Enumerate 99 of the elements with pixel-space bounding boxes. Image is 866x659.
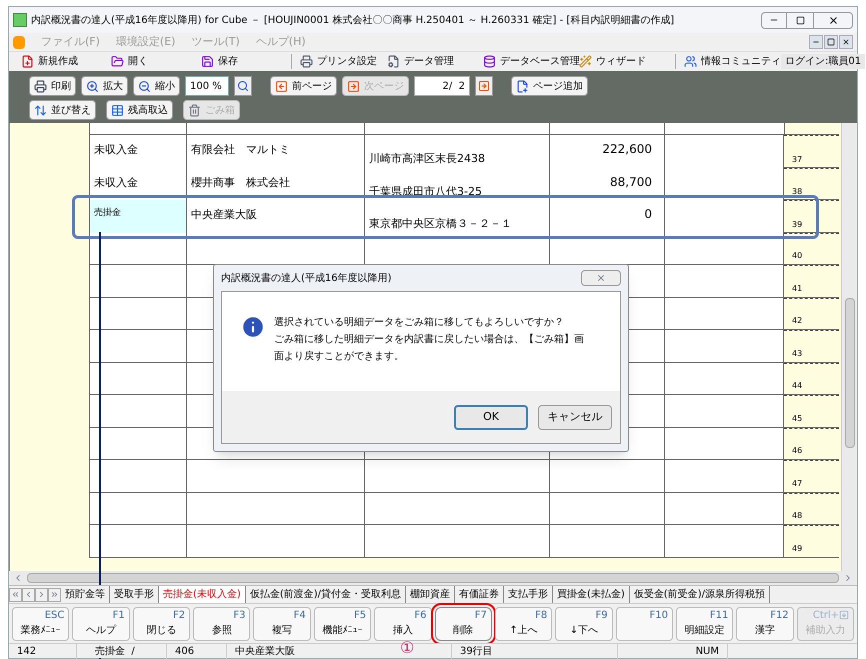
function-key[interactable]: F3 参照 xyxy=(193,606,250,640)
function-key[interactable]: F1 ヘルプ xyxy=(72,606,130,640)
table-cell[interactable] xyxy=(89,525,186,556)
toolbar-button[interactable]: 開く xyxy=(111,54,201,69)
toolbar-button[interactable]: 拡大 xyxy=(81,76,128,96)
toolbar-button[interactable]: 印刷 xyxy=(29,76,76,96)
last-tab-icon[interactable] xyxy=(48,588,61,602)
first-tab-icon[interactable] xyxy=(9,588,22,602)
login-label: ログイン:職員01 xyxy=(781,54,866,69)
table-cell[interactable] xyxy=(89,265,186,296)
status-text: 406 xyxy=(175,645,194,659)
sort-icon xyxy=(34,104,47,116)
zoom-out-icon xyxy=(138,80,151,92)
annotation-number: ① xyxy=(400,640,414,656)
status-text: 売掛金 / xyxy=(95,644,135,659)
vertical-scrollbar[interactable] xyxy=(841,123,857,571)
status-text: 39行目 xyxy=(460,645,493,659)
toolbar-button[interactable]: 縮小 xyxy=(133,76,180,96)
sheet-tab[interactable]: 売掛金(未収入金) xyxy=(159,586,246,603)
trash-icon xyxy=(188,104,201,116)
toolbar-button[interactable]: ウィザード xyxy=(579,54,675,69)
close-icon[interactable] xyxy=(839,35,853,49)
table-cell[interactable] xyxy=(89,298,186,329)
toolbar-button[interactable]: 保存 xyxy=(201,54,291,69)
window-title: 内訳概況書の達人(平成16年度以降用) for Cube － [HOUJIN0001 株式会社〇〇商事 H.250401 ～ H.260331 確定] - [科目内訳明細書の作成] xyxy=(31,14,676,28)
app-menu-icon xyxy=(13,36,25,48)
table-cell[interactable] xyxy=(89,460,186,492)
scrollbar-thumb[interactable] xyxy=(844,298,854,448)
maximize-icon xyxy=(796,16,804,24)
table-cell: 有限会社 マルトミ xyxy=(186,135,364,168)
function-key[interactable]: F10 xyxy=(616,606,673,640)
function-key[interactable]: F4 複写 xyxy=(253,606,311,640)
table-cell[interactable] xyxy=(89,492,186,524)
function-key[interactable]: F9 ↓下へ xyxy=(555,606,613,640)
close-icon xyxy=(596,273,606,283)
table-cell: 東京都中央区京橋３－２－１ xyxy=(364,200,549,232)
magnifier-icon xyxy=(237,80,249,92)
table-cell[interactable]: 未収入金 xyxy=(89,135,186,168)
save-icon xyxy=(201,55,214,68)
dialog-message: 選択されている明細データをごみ箱に移してもよろしいですか？ xyxy=(274,316,565,330)
close-icon xyxy=(828,14,838,26)
table-cell[interactable]: 売掛金 xyxy=(89,200,186,232)
table-cell[interactable] xyxy=(89,362,186,394)
zoom-button[interactable] xyxy=(234,76,252,96)
people-icon xyxy=(684,55,697,68)
database-icon xyxy=(483,55,496,68)
zoom-in-icon xyxy=(86,80,99,92)
zoom-field[interactable]: 100 % xyxy=(185,76,229,96)
print-icon xyxy=(34,80,47,92)
printer-icon xyxy=(300,55,313,68)
table-cell[interactable] xyxy=(89,395,186,426)
dialog-button[interactable]: OK xyxy=(454,404,528,430)
new-file-icon xyxy=(21,55,34,68)
horizontal-scrollbar[interactable] xyxy=(9,571,857,585)
status-text: 142 xyxy=(17,645,36,659)
status-text: NUM xyxy=(696,645,719,659)
table-cell[interactable] xyxy=(89,428,186,459)
toolbar-button[interactable]: プリンタ設定 xyxy=(291,54,387,69)
previous-tab-icon[interactable] xyxy=(22,588,35,602)
scrollbar-thumb[interactable] xyxy=(27,573,839,583)
toolbar-button[interactable]: 並び替え xyxy=(29,100,96,120)
toolbar-button[interactable]: データベース管理 xyxy=(483,54,579,69)
restore-icon[interactable] xyxy=(824,35,838,49)
dialog-message: ごみ箱に移した明細データを内訳書に戻したい場合は、【ごみ箱】画 xyxy=(274,332,584,347)
add-page-button[interactable]: ページ追加 xyxy=(511,76,588,96)
table-cell: 川崎市高津区末長2438 xyxy=(364,135,549,168)
app-icon xyxy=(13,13,27,27)
close-button[interactable] xyxy=(813,12,853,28)
maximize-button[interactable] xyxy=(787,12,813,28)
function-key[interactable]: F11 明細設定 xyxy=(676,606,734,640)
document-gear-icon xyxy=(387,55,400,68)
last-page-button[interactable] xyxy=(475,76,493,96)
toolbar-button[interactable]: データ管理 xyxy=(387,54,483,69)
info-icon xyxy=(240,314,266,340)
next-tab-icon[interactable] xyxy=(35,588,48,602)
toolbar-button[interactable]: 新規作成 xyxy=(21,54,111,69)
toolbar-button[interactable]: 前ページ xyxy=(270,76,337,96)
table-cell: 222,600 xyxy=(549,135,664,168)
toolbar-button[interactable]: 残高取込 xyxy=(106,100,173,120)
dialog-title: 内訳概況書の達人(平成16年度以降用) xyxy=(221,272,392,286)
wand-icon xyxy=(579,55,592,68)
minimize-icon[interactable] xyxy=(809,35,823,49)
add-page-icon xyxy=(516,80,529,92)
function-key[interactable]: ESC 業務ﾒﾆｭｰ xyxy=(12,606,70,640)
dialog-message: 面より戻すことができます。 xyxy=(274,350,405,364)
function-key[interactable]: F8 ↑上へ xyxy=(494,606,552,640)
table-cell: 中央産業大阪 xyxy=(186,200,364,232)
table-cell[interactable] xyxy=(89,330,186,362)
status-text: 中央産業大阪 xyxy=(235,644,295,659)
function-key[interactable]: F2 閉じる xyxy=(132,606,190,640)
dialog-button[interactable]: キャンセル xyxy=(538,404,612,430)
dropdown-icon xyxy=(839,610,850,620)
page-field[interactable]: 2/ 2 xyxy=(414,76,470,96)
table-cell: 0 xyxy=(549,200,664,232)
function-key[interactable]: F5 機能ﾒﾆｭｰ xyxy=(314,606,372,640)
folder-icon xyxy=(111,55,124,68)
table-icon xyxy=(111,104,124,116)
function-key[interactable]: F6 挿入 xyxy=(374,606,432,640)
function-key[interactable]: F12 漢字 xyxy=(736,606,794,640)
